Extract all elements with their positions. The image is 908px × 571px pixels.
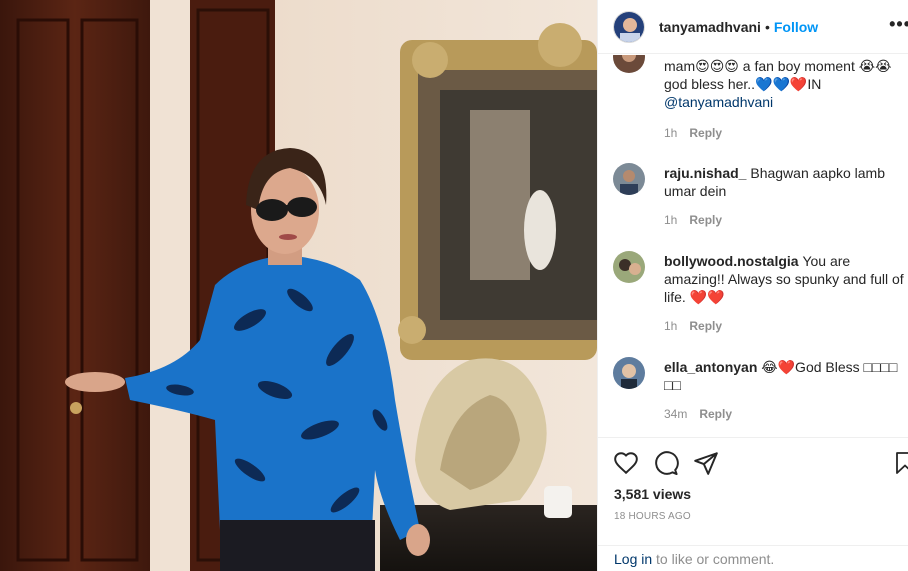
more-options-icon[interactable]: ••• <box>889 14 908 35</box>
reply-button[interactable]: Reply <box>689 126 722 140</box>
instagram-post: tanyamadhvani • Follow ••• mam😍😍😍 a fan … <box>0 0 908 571</box>
mention-link[interactable]: @tanyamadhvani <box>664 93 904 111</box>
comment-meta: 1h Reply <box>664 319 722 333</box>
comment-text: raju.nishad_ Bhagwan aapko lamb umar dei… <box>664 164 904 200</box>
comment-username[interactable]: ella_antonyan <box>664 359 757 375</box>
post-header: tanyamadhvani • Follow ••• <box>598 0 908 54</box>
comment-meta: 1h Reply <box>664 126 722 140</box>
action-icons <box>613 450 733 476</box>
bookmark-icon[interactable] <box>893 450 908 476</box>
comment-line: god bless her..💙💙❤️IN <box>664 76 822 92</box>
avatar[interactable] <box>613 251 645 283</box>
share-icon[interactable] <box>693 450 719 476</box>
comment-username[interactable]: raju.nishad_ <box>664 165 746 181</box>
comment-time: 1h <box>664 319 678 333</box>
comment-text: ella_antonyan 😂❤️God Bless □□□□ □□ <box>664 358 904 394</box>
comment-list[interactable]: mam😍😍😍 a fan boy moment 😭😭 god bless her… <box>598 55 908 437</box>
comment-username[interactable]: bollywood.nostalgia <box>664 253 799 269</box>
post-video[interactable] <box>0 0 597 571</box>
comment-meta: 1h Reply <box>664 213 722 227</box>
avatar[interactable] <box>613 10 645 43</box>
comment-line: mam😍😍😍 a fan boy moment 😭😭 <box>664 58 892 74</box>
comment-time: 1h <box>664 126 678 140</box>
post-side-panel: tanyamadhvani • Follow ••• mam😍😍😍 a fan … <box>597 0 908 571</box>
video-frame <box>0 0 597 571</box>
reply-button[interactable]: Reply <box>689 319 722 333</box>
login-prompt: Log in to like or comment. <box>598 545 908 571</box>
comment-time: 34m <box>664 407 688 421</box>
separator-dot: • <box>764 18 770 35</box>
login-prompt-text: to like or comment. <box>652 551 775 567</box>
comment-text: bollywood.nostalgia You are amazing!! Al… <box>664 252 904 306</box>
reply-button[interactable]: Reply <box>699 407 732 421</box>
post-author-username[interactable]: tanyamadhvani <box>659 19 761 35</box>
post-actions: 3,581 views 18 HOURS AGO Log in to like … <box>598 437 908 571</box>
post-timestamp[interactable]: 18 HOURS AGO <box>614 511 691 522</box>
views-count[interactable]: 3,581 views <box>614 486 691 502</box>
login-link[interactable]: Log in <box>614 551 652 567</box>
avatar[interactable] <box>613 55 645 73</box>
reply-button[interactable]: Reply <box>689 213 722 227</box>
avatar[interactable] <box>613 357 645 389</box>
comment-text: mam😍😍😍 a fan boy moment 😭😭 god bless her… <box>664 57 904 111</box>
comment-time: 1h <box>664 213 678 227</box>
avatar[interactable] <box>613 163 645 195</box>
comment-icon[interactable] <box>653 450 679 476</box>
heart-icon[interactable] <box>613 450 639 476</box>
follow-button[interactable]: Follow <box>774 19 818 35</box>
comment-meta: 34m Reply <box>664 407 732 421</box>
